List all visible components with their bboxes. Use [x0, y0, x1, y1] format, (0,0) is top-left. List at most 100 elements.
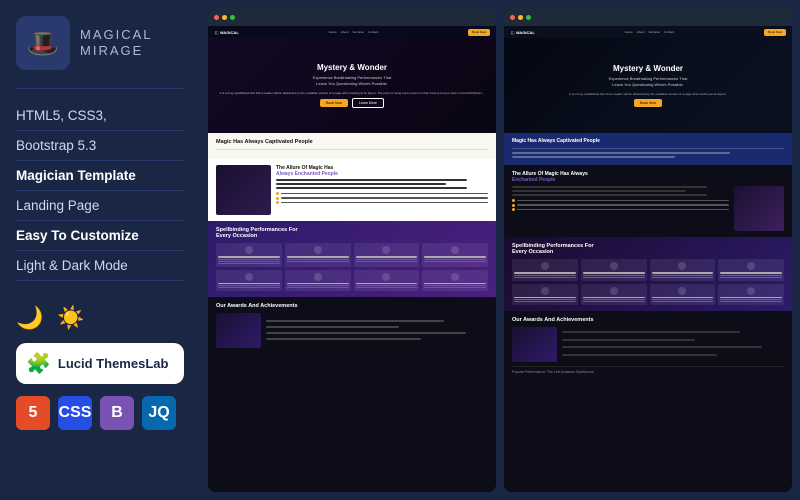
brand-icon: 🧩 [26, 351, 51, 376]
mock-blue-divider [512, 148, 784, 149]
close-dot [214, 15, 219, 20]
mock-card [354, 243, 420, 267]
mock-cards-grid-2 [216, 270, 488, 292]
mock-awards [216, 313, 488, 348]
card-icon [678, 262, 686, 270]
card-line [287, 285, 349, 286]
logo-area: 🎩 MAGICAL MIRAGE [16, 16, 184, 70]
award-line [562, 346, 762, 348]
mock-bullet-item [276, 197, 488, 200]
bullet-dot [276, 192, 279, 195]
mock-nav: 🎩 MAGICAL Home About Services Contact Bo… [208, 26, 496, 38]
mock-section-2d: The Allure Of Magic Has AlwaysEnchanted … [504, 165, 792, 237]
card-icon [382, 273, 390, 281]
bullet-text [281, 202, 488, 204]
mock-section-1: Magic Has Always Captivated People [208, 133, 496, 159]
card-line [356, 261, 418, 262]
mock-bullets [276, 192, 488, 204]
mock-section1-title: Magic Has Always Captivated People [216, 139, 488, 145]
logo-name: MAGICAL MIRAGE [80, 27, 153, 58]
mock-image-2 [734, 186, 784, 231]
mock-card [285, 243, 351, 267]
mock-card [512, 259, 578, 281]
card-line [356, 287, 418, 288]
card-title [652, 272, 714, 274]
close-dot [510, 15, 515, 20]
card-icon [451, 273, 459, 281]
mock-line [512, 156, 675, 158]
mock-text-line [276, 183, 446, 185]
card-line [287, 259, 349, 260]
tech-badges: 5 CSS B JQ [16, 396, 184, 430]
award-line [266, 338, 421, 340]
card-line [218, 261, 280, 262]
card-line [356, 259, 418, 260]
card-icon [747, 262, 755, 270]
card-title [514, 297, 576, 299]
feature-item: Bootstrap 5.3 [16, 131, 184, 161]
left-panel: 🎩 MAGICAL MIRAGE HTML5, CSS3, Bootstrap … [0, 0, 200, 500]
jquery-badge: JQ [142, 396, 176, 430]
mock-text-line [512, 186, 707, 188]
card-title [356, 256, 418, 258]
nav-link: About [637, 30, 645, 34]
card-icon [541, 287, 549, 295]
dark-mode-icon[interactable]: 🌙 [16, 305, 43, 331]
mock-image [216, 165, 271, 215]
light-mode-icon[interactable]: ☀️ [57, 305, 84, 331]
mock-hero-1: Mystery & Wonder Experience Breathtaking… [208, 38, 496, 133]
card-lines [652, 275, 714, 278]
feature-item: Landing Page [16, 191, 184, 221]
card-lines [514, 275, 576, 278]
mock-logo: 🎩 MAGICAL [214, 30, 239, 35]
mock-learn-btn: Learn More [352, 98, 384, 108]
mock-card [512, 284, 578, 306]
card-line [218, 263, 280, 264]
mock-section-blue-title: Magic Has Always Captivated People [512, 138, 784, 144]
mock-card [422, 243, 488, 267]
card-lines [218, 285, 280, 288]
card-lines [583, 275, 645, 278]
mock-bullet-item [512, 204, 729, 207]
card-title [514, 272, 576, 274]
mock-card [650, 259, 716, 281]
mock-award-image [216, 313, 261, 348]
brand-badge[interactable]: 🧩 Lucid ThemesLab [16, 343, 184, 384]
card-icon [245, 273, 253, 281]
card-line [720, 301, 782, 302]
mock-awards-title-2: Our Awards And Achievements [512, 317, 784, 323]
mock-cards-grid [216, 243, 488, 267]
mock-text-line [276, 179, 467, 181]
card-line [514, 277, 576, 278]
mock-card [581, 259, 647, 281]
mock-card [285, 270, 351, 292]
feature-item: Light & Dark Mode [16, 251, 184, 281]
card-title [720, 272, 782, 274]
card-icon [451, 246, 459, 254]
mock-hero-2: Mystery & Wonder Experience Breathtaking… [504, 38, 792, 133]
mock-divider [216, 149, 488, 150]
card-lines [720, 299, 782, 302]
mock-section-2: The Allure Of Magic HasAlways Enchanted … [208, 159, 496, 221]
nav-link: Services [353, 30, 365, 34]
card-lines [583, 299, 645, 302]
mock-award-text [266, 313, 488, 348]
card-line [424, 259, 486, 260]
card-line [218, 285, 280, 286]
card-line [356, 285, 418, 286]
mock-site-1: 🎩 MAGICAL Home About Services Contact Bo… [208, 26, 496, 492]
card-lines [356, 259, 418, 262]
mock-section-4: Our Awards And Achievements [208, 297, 496, 354]
minimize-dot [222, 15, 227, 20]
mock-text-line [276, 187, 467, 189]
card-title [287, 283, 349, 285]
mock-allure-title-2: The Allure Of Magic Has AlwaysEnchanted … [512, 171, 784, 183]
bootstrap-badge: B [100, 396, 134, 430]
mock-section-3: Spellbinding Performances ForEvery Occas… [208, 221, 496, 297]
preview-2: 🎩 MAGICAL Home About Services Contact Bo… [504, 8, 792, 492]
card-lines [424, 259, 486, 262]
card-line [652, 301, 714, 302]
card-line [720, 275, 782, 276]
card-icon [541, 262, 549, 270]
mock-logo-2: 🎩 MAGICAL [510, 30, 535, 35]
